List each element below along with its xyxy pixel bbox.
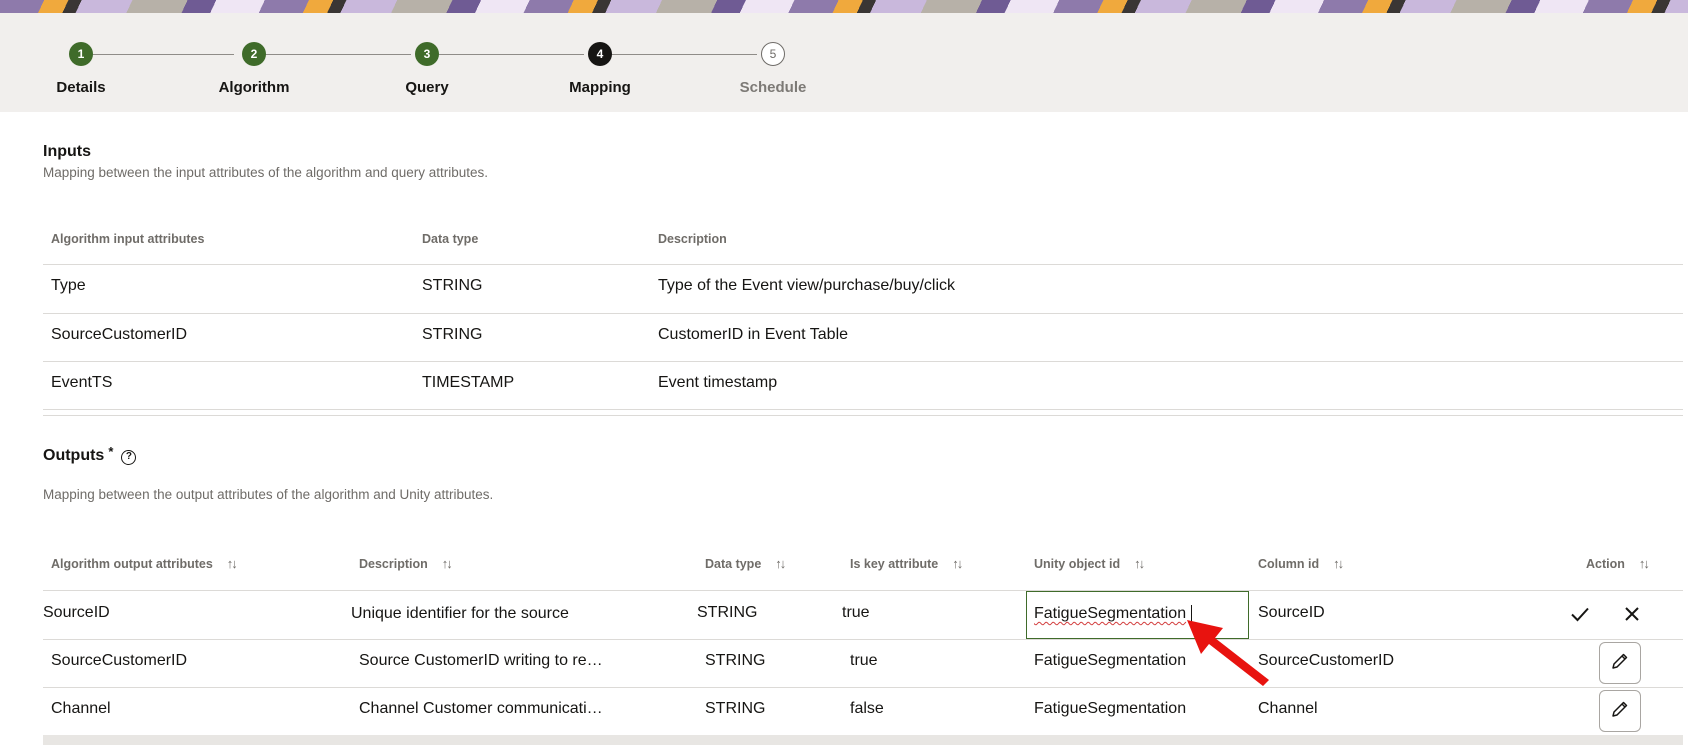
- input-row-2-datatype: STRING: [422, 326, 483, 343]
- col-header-label: Action: [1586, 557, 1625, 571]
- output-row-3-datatype: STRING: [705, 700, 766, 717]
- step-5-indicator[interactable]: 5: [761, 42, 785, 66]
- step-4-indicator[interactable]: 4: [588, 42, 612, 66]
- col-header-label: Is key attribute: [850, 557, 939, 571]
- step-connector: [438, 54, 584, 55]
- output-row-3-column-id: Channel: [1258, 700, 1318, 717]
- outputs-col-column-id[interactable]: Column id ↑↓: [1258, 556, 1344, 571]
- outputs-title: Outputs: [43, 447, 105, 464]
- outputs-col-datatype[interactable]: Data type ↑↓: [705, 556, 786, 571]
- step-2-indicator[interactable]: 2: [242, 42, 266, 66]
- annotation-arrow-icon: [1187, 620, 1269, 686]
- inputs-title: Inputs: [43, 143, 91, 160]
- input-row-2-description: CustomerID in Event Table: [658, 326, 849, 343]
- unity-object-id-value: FatigueSegmentation: [1034, 605, 1187, 622]
- outputs-col-iskey[interactable]: Is key attribute ↑↓: [850, 556, 963, 571]
- output-row-2-column-id: SourceCustomerID: [1258, 652, 1395, 669]
- outputs-col-unity-object[interactable]: Unity object id ↑↓: [1034, 556, 1145, 571]
- input-row-1-attribute: Type: [51, 277, 86, 294]
- output-row-3-unity-object: FatigueSegmentation: [1034, 700, 1187, 717]
- row-divider: [43, 264, 1683, 265]
- output-row-2-unity-object: FatigueSegmentation: [1034, 652, 1187, 669]
- pencil-icon: [1610, 651, 1630, 676]
- pencil-icon: [1610, 699, 1630, 724]
- output-row-2-description: Source CustomerID writing to re…: [359, 652, 603, 669]
- output-row-1-attribute: SourceID: [43, 604, 110, 621]
- col-header-label: Unity object id: [1034, 557, 1121, 571]
- input-row-3-datatype: TIMESTAMP: [422, 374, 515, 391]
- output-row-1-iskey: true: [842, 604, 870, 621]
- step-2-label[interactable]: Algorithm: [174, 79, 334, 96]
- output-row-2-datatype: STRING: [705, 652, 766, 669]
- step-connector: [265, 54, 411, 55]
- output-row-2-iskey: true: [850, 652, 878, 669]
- step-5-label[interactable]: Schedule: [693, 79, 853, 96]
- step-1-indicator[interactable]: 1: [69, 42, 93, 66]
- step-connector: [92, 54, 234, 55]
- row-divider: [43, 590, 1683, 591]
- decorative-banner: [0, 0, 1688, 13]
- row-divider: [43, 687, 1683, 688]
- input-row-3-attribute: EventTS: [51, 374, 113, 391]
- sort-icon[interactable]: ↑↓: [775, 556, 786, 571]
- col-header-label: Data type: [705, 557, 762, 571]
- table-bottom-bar: [43, 735, 1683, 745]
- sort-icon[interactable]: ↑↓: [952, 556, 963, 571]
- outputs-col-attribute[interactable]: Algorithm output attributes ↑↓: [51, 556, 238, 571]
- close-icon[interactable]: [1619, 603, 1645, 631]
- output-row-1-datatype: STRING: [697, 604, 758, 621]
- row-divider: [43, 313, 1683, 314]
- output-row-3-description: Channel Customer communicati…: [359, 700, 603, 717]
- sort-icon[interactable]: ↑↓: [442, 556, 453, 571]
- outputs-col-action[interactable]: Action ↑↓: [1586, 556, 1650, 571]
- step-4-label[interactable]: Mapping: [520, 79, 680, 96]
- input-row-1-datatype: STRING: [422, 277, 483, 294]
- outputs-description: Mapping between the output attributes of…: [43, 487, 494, 502]
- input-row-3-description: Event timestamp: [658, 374, 778, 391]
- input-row-2-attribute: SourceCustomerID: [51, 326, 188, 343]
- sort-icon[interactable]: ↑↓: [1333, 556, 1344, 571]
- train-stepper: 1 2 3 4 5 Details Algorithm Query Mappin…: [0, 13, 1688, 112]
- step-3-label[interactable]: Query: [347, 79, 507, 96]
- output-row-3-attribute: Channel: [51, 700, 111, 717]
- edit-row-2-button[interactable]: [1599, 642, 1641, 684]
- step-3-indicator[interactable]: 3: [415, 42, 439, 66]
- input-row-1-description: Type of the Event view/purchase/buy/clic…: [658, 277, 956, 294]
- inputs-col-datatype: Data type: [422, 232, 479, 246]
- row-divider: [43, 639, 1683, 640]
- inputs-col-attribute: Algorithm input attributes: [51, 232, 205, 246]
- sort-icon[interactable]: ↑↓: [227, 556, 238, 571]
- check-icon[interactable]: [1567, 603, 1593, 631]
- output-row-2-attribute: SourceCustomerID: [51, 652, 188, 669]
- help-icon[interactable]: ?: [121, 450, 137, 465]
- sort-icon[interactable]: ↑↓: [1134, 556, 1145, 571]
- col-header-label: Column id: [1258, 557, 1320, 571]
- section-divider: [43, 415, 1683, 416]
- output-row-3-iskey: false: [850, 700, 884, 717]
- outputs-col-description[interactable]: Description ↑↓: [359, 556, 453, 571]
- inputs-col-description: Description: [658, 232, 727, 246]
- sort-icon[interactable]: ↑↓: [1639, 556, 1650, 571]
- row-divider: [43, 361, 1683, 362]
- required-marker: *: [108, 444, 114, 459]
- edit-row-3-button[interactable]: [1599, 690, 1641, 732]
- step-connector: [611, 54, 757, 55]
- col-header-label: Algorithm output attributes: [51, 557, 213, 571]
- inputs-description: Mapping between the input attributes of …: [43, 165, 489, 180]
- output-row-1-description: Unique identifier for the source: [351, 605, 569, 622]
- col-header-label: Description: [359, 557, 428, 571]
- outputs-title-group: Outputs *?: [43, 444, 137, 465]
- step-1-label[interactable]: Details: [1, 79, 161, 96]
- row-divider: [43, 409, 1683, 410]
